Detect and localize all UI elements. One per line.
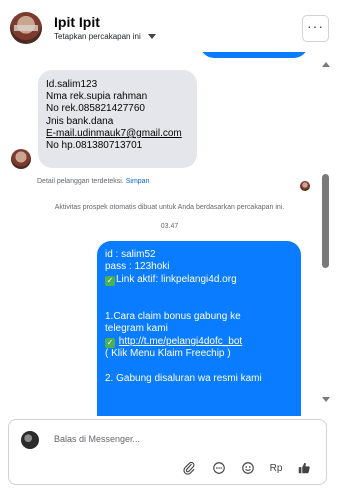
thumbs-up-icon[interactable] — [296, 460, 312, 476]
check-mark-icon: ✓ — [105, 275, 115, 286]
contact-name[interactable]: Ipit Ipit — [54, 14, 100, 30]
sender-avatar — [11, 149, 31, 169]
currency-icon[interactable]: Rp — [268, 460, 284, 476]
message-line: telegram kami — [105, 323, 168, 335]
paperclip-icon[interactable] — [181, 460, 197, 476]
emoji-icon[interactable] — [240, 460, 256, 476]
paperclip-icon-graphic — [183, 461, 195, 475]
seen-indicator-avatar — [300, 181, 310, 191]
message-line: Jnis bank.dana — [46, 115, 114, 127]
message-line: 1.Cara claim bonus gabung ke — [105, 311, 241, 322]
customer-detail-note: Detail pelanggan terdeteksi. Simpan — [37, 178, 149, 185]
message-line: No rek.085821427760 — [46, 103, 145, 115]
chevron-down-icon — [147, 34, 156, 39]
composer-toolbar: Rp — [181, 460, 321, 476]
telegram-bot-link[interactable]: http://t.me/pelangi4dofc_bot — [119, 336, 242, 347]
message-line: id : salim52 — [105, 249, 156, 260]
message-timestamp: 03.47 — [160, 223, 179, 230]
message-line: ( Klik Menu Klaim Freechip ) — [105, 348, 231, 360]
message-line: Nma rek.supia rahman — [46, 91, 148, 103]
assign-conversation-dropdown[interactable]: Tetapkan percakapan ini — [54, 32, 156, 41]
scroll-thumb[interactable] — [322, 174, 329, 268]
message-line: ✓ Link aktif: linkpelangi4d.org — [105, 274, 293, 286]
chat-bubble-icon[interactable] — [211, 460, 227, 476]
activity-note: Aktivitas prospek otomatis dibuat untuk … — [54, 204, 285, 211]
current-user-avatar — [21, 431, 39, 449]
detail-note-text: Detail pelanggan terdeteksi. — [37, 178, 124, 185]
message-line: pass : 123hoki — [105, 261, 170, 273]
thumbs-up-icon-graphic — [298, 462, 310, 474]
scroll-down-arrow-icon[interactable] — [322, 397, 330, 402]
scroll-up-arrow-icon[interactable] — [322, 62, 330, 67]
contact-avatar[interactable] — [10, 12, 42, 44]
reply-input[interactable]: Balas di Messenger... — [54, 434, 140, 444]
message-line: ✓ http://t.me/pelangi4dofc_bot — [105, 336, 293, 348]
outgoing-message-bubble: id : salim52 pass : 123hoki ✓ Link aktif:… — [97, 241, 301, 416]
conversation-header: Ipit Ipit Tetapkan percakapan ini ··· — [0, 0, 339, 56]
previous-outgoing-bubble — [200, 52, 308, 58]
message-line: 2. Gabung disaluran wa resmi kami — [105, 373, 262, 385]
assign-conversation-label: Tetapkan percakapan ini — [54, 32, 141, 41]
message-line: Id.salim123 — [46, 79, 98, 90]
chat-bubble-icon-graphic — [213, 462, 225, 474]
thread-scrollbar[interactable] — [321, 62, 330, 406]
link-text[interactable]: Link aktif: linkpelangi4d.org — [116, 274, 237, 285]
emoji-icon-graphic — [242, 462, 254, 474]
incoming-message-bubble: Id.salim123 Nma rek.supia rahman No rek.… — [38, 70, 197, 168]
email-link[interactable]: E-mail.udinmauk7@gmail.com — [46, 128, 189, 140]
check-mark-icon: ✓ — [105, 337, 115, 348]
message-line: No hp.081380713701 — [46, 140, 143, 152]
more-options-button[interactable]: ··· — [302, 15, 329, 42]
save-details-link[interactable]: Simpan — [126, 178, 150, 185]
reply-composer[interactable]: Balas di Messenger... Rp — [8, 419, 327, 485]
